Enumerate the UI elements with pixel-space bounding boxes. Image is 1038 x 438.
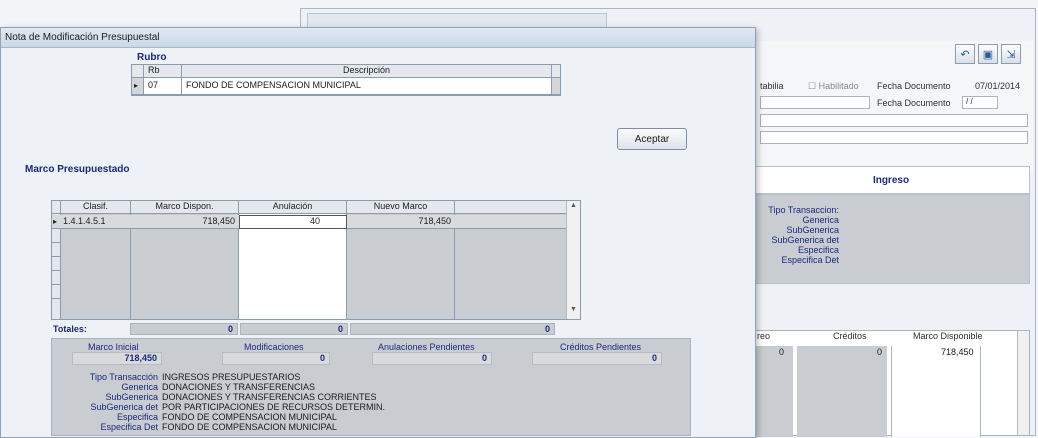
fecha-documento-label-2: Fecha Documento (877, 98, 951, 108)
fecha-documento-value: 07/01/2014 (975, 81, 1021, 91)
exit-icon[interactable]: ⇲ (1001, 44, 1021, 64)
marco-cell-clasif[interactable]: 1.4.1.4.5.1 (63, 216, 106, 226)
dialog-title: Nota de Modificación Presupuestal (1, 28, 755, 48)
anulaciones-pendientes-value: 0 (372, 352, 492, 365)
creditos-pendientes-value: 0 (532, 352, 662, 365)
background-toolbar: ↶ ▣ ⇲ (955, 44, 1021, 64)
total-nuevo-marco: 0 (350, 323, 555, 335)
row-selector-header (52, 201, 61, 213)
grid-header-marco-disponible: Marco Disponible (913, 331, 983, 341)
ingreso-especifica-label: Especifica (797, 245, 839, 255)
fecha-documento-label: Fecha Documento (877, 81, 951, 91)
clasif-column (61, 214, 131, 319)
detail-subgenerica-det-label: SubGenerica det (90, 402, 158, 412)
marco-grid-scrollbar[interactable]: ▲ ▼ (566, 201, 580, 319)
summary-panel: Marco Inicial 718,450 Modificaciones 0 A… (51, 338, 691, 436)
marco-inicial-label: Marco Inicial (88, 342, 139, 352)
undo-icon[interactable]: ↶ (955, 44, 975, 64)
detail-generica-label: Generica (121, 382, 158, 392)
save-icon[interactable]: ▣ (978, 44, 998, 64)
rubro-header-rb: Rb (144, 65, 182, 77)
detail-tipo-label: Tipo Transacción (89, 372, 158, 382)
marco-header-nuevo-marco: Nuevo Marco (347, 201, 455, 213)
rubro-cell-rb[interactable]: 07 (144, 78, 182, 94)
modification-dialog: Nota de Modificación Presupuestal Rubro … (0, 27, 756, 438)
anulaciones-pendientes-label: Anulaciones Pendientes (378, 342, 475, 352)
detail-especifica-label: Especifica (116, 412, 158, 422)
marco-dispon-column (131, 214, 239, 319)
ingreso-especifica-det-label: Especifica Det (781, 255, 839, 265)
marco-header-anulacion: Anulación (239, 201, 347, 213)
row-selector-column (52, 214, 61, 319)
totales-row: 0 0 0 (51, 323, 581, 335)
grid-scrollbar[interactable] (1017, 331, 1029, 435)
row-selector-header (132, 65, 144, 77)
row-divider (52, 298, 61, 299)
rubro-header-descripcion: Descripción (182, 65, 552, 77)
row-pointer-icon: ▸ (53, 217, 58, 226)
anulacion-column[interactable] (239, 214, 347, 319)
detail-especifica-det-label: Especifica Det (100, 422, 158, 432)
grid-header-cut: reo (757, 331, 771, 341)
detail-generica-value: DONACIONES Y TRANSFERENCIAS (162, 382, 316, 392)
creditos-pendientes-label: Créditos Pendientes (560, 342, 642, 352)
total-anulacion: 0 (240, 323, 348, 335)
ingreso-panel: Tipo Transaccion: Generica SubGenerica S… (752, 194, 1030, 284)
anulacion-input[interactable]: 40 (239, 215, 347, 229)
detail-especifica-det-value: FONDO DE COMPENSACION MUNICIPAL (162, 422, 337, 432)
grid-cell (891, 346, 981, 437)
nuevo-marco-column (347, 214, 455, 319)
detail-especifica-value: FONDO DE COMPENSACION MUNICIPAL (162, 412, 337, 422)
marco-inicial-value: 718,450 (72, 352, 162, 365)
row-divider (52, 242, 61, 243)
fecha-documento-input[interactable]: / / (962, 96, 998, 109)
modificaciones-label: Modificaciones (244, 342, 304, 352)
modificaciones-value: 0 (222, 352, 330, 365)
grid-cell (797, 346, 887, 437)
row-divider (52, 270, 61, 271)
grid-value: 0 (779, 347, 785, 357)
bg-cut-label: tabilia (760, 81, 784, 91)
marco-header-clasif: Clasif. (61, 201, 131, 213)
row-pointer-icon: ▸ (132, 78, 144, 94)
marco-header-marco-dispon: Marco Dispon. (131, 201, 239, 213)
rubro-grid[interactable]: Rb Descripción ▸ 07 FONDO DE COMPENSACIO… (131, 64, 561, 96)
scroll-up-icon[interactable]: ▲ (567, 202, 580, 214)
bg-field-3[interactable] (760, 131, 1028, 144)
detail-tipo-value: INGRESOS PRESUPUESTARIOS (162, 372, 301, 382)
ingreso-subgenerica-label: SubGenerica (786, 225, 839, 235)
bg-field-1[interactable] (760, 96, 870, 109)
habilitado-label: Habilitado (818, 81, 859, 91)
scroll-down-icon[interactable]: ▼ (567, 306, 580, 318)
grid-value: 0 (877, 347, 883, 357)
marco-disponible-grid[interactable]: reo Créditos Marco Disponible 0 0 718,45… (752, 330, 1030, 437)
bg-field-2[interactable] (760, 114, 1028, 127)
rubro-label: Rubro (137, 52, 167, 63)
marco-grid[interactable]: Clasif. Marco Dispon. Anulación Nuevo Ma… (51, 200, 581, 320)
dialog-body: Rubro Rb Descripción ▸ 07 FONDO DE COMPE… (11, 50, 755, 436)
marco-cell-marco[interactable]: 718,450 (131, 216, 235, 226)
grid-value: 718,450 (941, 347, 974, 357)
ingreso-subgenerica-det-label: SubGenerica det (771, 235, 839, 245)
detail-subgenerica-value: DONACIONES Y TRANSFERENCIAS CORRIENTES (162, 392, 377, 402)
ingreso-generica-label: Generica (802, 215, 839, 225)
marco-cell-nuevo[interactable]: 718,450 (347, 216, 451, 226)
marco-header: Clasif. Marco Dispon. Anulación Nuevo Ma… (52, 201, 580, 214)
rubro-header: Rb Descripción (132, 65, 560, 78)
rubro-cell-descripcion[interactable]: FONDO DE COMPENSACION MUNICIPAL (182, 78, 552, 94)
marco-presupuestado-label: Marco Presupuestado (25, 164, 130, 175)
row-divider (52, 284, 61, 285)
row-divider (52, 256, 61, 257)
rubro-row[interactable]: ▸ 07 FONDO DE COMPENSACION MUNICIPAL (132, 78, 560, 95)
detail-subgenerica-label: SubGenerica (105, 392, 158, 402)
grid-cell (753, 346, 793, 437)
total-marco: 0 (130, 323, 238, 335)
marco-row[interactable]: ▸ 1.4.1.4.5.1 718,450 40 718,450 (52, 215, 568, 229)
ingreso-tipo-label: Tipo Transaccion: (768, 205, 839, 215)
detail-subgenerica-det-value: POR PARTICIPACIONES DE RECURSOS DETERMIN… (162, 402, 386, 412)
grid-header-creditos: Créditos (833, 331, 867, 341)
habilitado-checkbox-label[interactable]: ☐ Habilitado (808, 81, 859, 92)
accept-button[interactable]: Aceptar (617, 128, 687, 150)
ingreso-header: Ingreso (752, 166, 1030, 194)
